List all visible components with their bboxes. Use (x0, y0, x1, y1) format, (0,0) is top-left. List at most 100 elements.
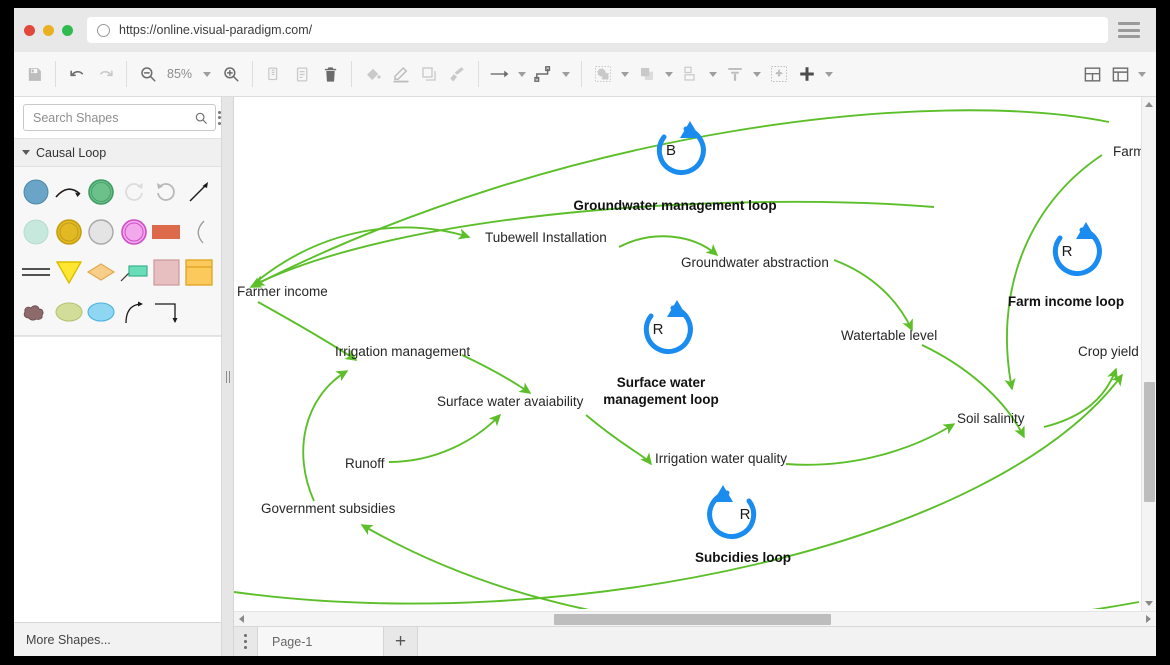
maximize-window-button[interactable] (62, 24, 73, 36)
node-farmer-income[interactable]: Farmer income (237, 284, 328, 299)
shape-gray-circle[interactable] (85, 217, 118, 247)
causal-loop-section-header[interactable]: Causal Loop (14, 139, 221, 167)
fill-color-icon[interactable] (359, 60, 387, 88)
group-icon[interactable] (589, 60, 617, 88)
shape-pink-square[interactable] (150, 257, 183, 287)
shape-gray-balancing-loop[interactable] (150, 177, 183, 207)
node-surface-water-availability[interactable]: Surface water avaiability (437, 394, 584, 409)
page-bar-empty (418, 627, 1156, 656)
shape-elbow-arrow[interactable] (150, 297, 183, 327)
layout-panel-icon[interactable] (1078, 60, 1106, 88)
shape-arrow-line[interactable] (183, 177, 216, 207)
connector-style-dropdown-icon[interactable] (562, 71, 571, 77)
shape-mint-circle[interactable] (20, 217, 53, 247)
scroll-up-arrow-icon[interactable] (1142, 97, 1157, 112)
shape-amber-stock-box[interactable] (183, 257, 216, 287)
align-icon[interactable] (677, 60, 705, 88)
node-irrigation-management[interactable]: Irrigation management (335, 344, 470, 359)
format-painter-icon[interactable] (443, 60, 471, 88)
loop-surface-water-management[interactable]: R Surface water management loop (603, 300, 719, 407)
kebab-menu-icon[interactable] (218, 105, 221, 131)
canvas-vertical-scrollbar[interactable] (1141, 97, 1156, 611)
canvas-row: Farmer income Tubewell Installation Grou… (234, 97, 1156, 611)
loop-farm-income[interactable]: R Farm income loop (1008, 222, 1124, 309)
shape-curved-arrow[interactable] (118, 297, 151, 327)
redo-icon[interactable] (91, 60, 119, 88)
shadow-icon[interactable] (415, 60, 443, 88)
loop-letter-b: B (666, 142, 676, 159)
diagram-canvas[interactable]: Farmer income Tubewell Installation Grou… (234, 97, 1141, 611)
node-tubewell-installation[interactable]: Tubewell Installation (485, 230, 607, 245)
node-groundwater-abstraction[interactable]: Groundwater abstraction (681, 255, 829, 270)
vertical-scroll-thumb[interactable] (1144, 382, 1155, 502)
canvas-horizontal-scrollbar[interactable] (234, 611, 1156, 626)
zoom-in-icon[interactable] (217, 60, 245, 88)
node-irrigation-water-quality[interactable]: Irrigation water quality (655, 451, 787, 466)
insert-dropdown-icon[interactable] (825, 71, 834, 77)
shape-cyan-ellipse[interactable] (85, 297, 118, 327)
page-tab-page-1[interactable]: Page-1 (258, 627, 384, 656)
address-bar[interactable]: https://online.visual-paradigm.com/ (87, 17, 1108, 43)
view-panel-icon[interactable] (1106, 60, 1134, 88)
shape-thin-arc[interactable] (183, 217, 216, 247)
line-style-dropdown-icon[interactable] (518, 71, 527, 77)
order-dropdown-icon[interactable] (665, 71, 674, 77)
add-page-button[interactable]: + (384, 627, 418, 656)
loop-groundwater-management[interactable]: B Groundwater management loop (573, 121, 777, 213)
zoom-level-label[interactable]: 85% (162, 67, 197, 81)
close-window-button[interactable] (24, 24, 35, 36)
node-runoff[interactable]: Runoff (345, 456, 385, 471)
shape-light-reinforcing-loop[interactable] (118, 177, 151, 207)
reload-icon[interactable] (97, 23, 110, 37)
paste-icon[interactable] (288, 60, 316, 88)
sidebar-splitter[interactable] (222, 97, 234, 656)
plus-icon[interactable] (793, 60, 821, 88)
distribute-icon[interactable] (721, 60, 749, 88)
more-shapes-button[interactable]: More Shapes... (14, 622, 221, 656)
view-dropdown-icon[interactable] (1138, 71, 1146, 77)
save-icon[interactable] (20, 60, 48, 88)
distribute-dropdown-icon[interactable] (753, 71, 762, 77)
shape-yellow-triangle-down[interactable] (53, 257, 86, 287)
toolbar-divider (478, 61, 480, 87)
search-shapes-box[interactable] (23, 104, 216, 131)
shape-magenta-double-circle[interactable] (118, 217, 151, 247)
node-watertable-level[interactable]: Watertable level (841, 328, 937, 343)
shape-olive-ellipse[interactable] (53, 297, 86, 327)
orthogonal-connector-icon[interactable] (530, 60, 558, 88)
shape-green-circle[interactable] (85, 177, 118, 207)
copy-icon[interactable] (260, 60, 288, 88)
scroll-left-arrow-icon[interactable] (234, 612, 249, 627)
shape-brown-cloud[interactable] (20, 297, 53, 327)
page-options-icon[interactable] (234, 627, 258, 656)
arrow-line-icon[interactable] (486, 60, 514, 88)
shape-orange-diamond[interactable] (85, 257, 118, 287)
line-color-icon[interactable] (387, 60, 415, 88)
shape-gold-double-circle[interactable] (53, 217, 86, 247)
zoom-dropdown-icon[interactable] (203, 71, 212, 77)
search-input[interactable] (33, 110, 194, 125)
trash-icon[interactable] (316, 60, 344, 88)
minimize-window-button[interactable] (43, 24, 54, 36)
node-government-subsidies[interactable]: Government subsidies (261, 501, 396, 516)
scroll-right-arrow-icon[interactable] (1141, 612, 1156, 627)
node-crop-yield[interactable]: Crop yield (1078, 344, 1139, 359)
shape-blue-circle[interactable] (20, 177, 53, 207)
shape-arc-curve[interactable] (53, 177, 86, 207)
node-farm-income[interactable]: Farm (1113, 144, 1141, 159)
hamburger-menu-icon[interactable] (1118, 22, 1140, 38)
scroll-down-arrow-icon[interactable] (1142, 596, 1157, 611)
shape-double-line[interactable] (20, 257, 53, 287)
group-dropdown-icon[interactable] (621, 71, 630, 77)
select-all-icon[interactable] (765, 60, 793, 88)
shape-teal-flow-box[interactable] (118, 257, 151, 287)
order-icon[interactable] (633, 60, 661, 88)
align-dropdown-icon[interactable] (709, 71, 718, 77)
horizontal-scroll-thumb[interactable] (554, 614, 831, 625)
triangle-down-icon[interactable] (22, 150, 30, 155)
node-soil-salinity[interactable]: Soil salinity (957, 411, 1025, 426)
undo-icon[interactable] (63, 60, 91, 88)
toolbar-divider (581, 61, 583, 87)
shape-orange-rectangle[interactable] (150, 217, 183, 247)
zoom-out-icon[interactable] (134, 60, 162, 88)
